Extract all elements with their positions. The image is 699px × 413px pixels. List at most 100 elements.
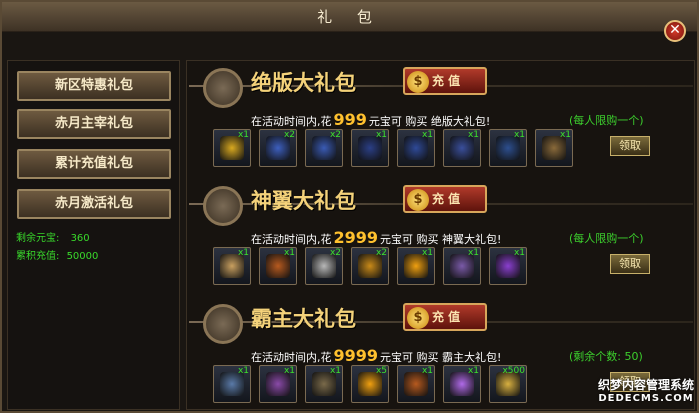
claim-button[interactable]: 领取: [610, 254, 650, 274]
reward-item[interactable]: x1: [443, 247, 481, 285]
remaining-ingots-row: 剩余元宝: 360: [16, 229, 90, 244]
item-count: x2: [329, 130, 341, 140]
item-count: x500: [502, 366, 525, 376]
pack-header: 神翼大礼包 $ 充 值: [189, 183, 694, 226]
reward-item[interactable]: x1: [213, 247, 251, 285]
item-count: x1: [329, 366, 341, 376]
reward-item[interactable]: x1: [305, 365, 343, 403]
watermark: 织梦内容管理系统 DEDECMS.COM: [592, 379, 699, 413]
item-count: x2: [329, 248, 341, 258]
reward-item[interactable]: x1: [397, 365, 435, 403]
reward-item[interactable]: x500: [489, 365, 527, 403]
pack-price: 999: [333, 110, 367, 129]
recharge-button[interactable]: $ 充 值: [403, 185, 487, 213]
pack-header: 绝版大礼包 $ 充 值: [189, 65, 694, 108]
item-count: x1: [421, 366, 433, 376]
item-count: x1: [375, 130, 387, 140]
recharge-label: 充 值: [432, 192, 461, 206]
pack-header: 霸主大礼包 $ 充 值: [189, 301, 694, 344]
pack-description: 在活动时间内,花 9999 元宝可 购买 霸主大礼包!: [251, 346, 501, 365]
recharge-button[interactable]: $ 充 值: [403, 303, 487, 331]
item-count: x1: [421, 130, 433, 140]
reward-item[interactable]: x2: [351, 247, 389, 285]
item-count: x1: [467, 248, 479, 258]
desc-prefix: 在活动时间内,花: [251, 115, 332, 128]
reward-item[interactable]: x1: [535, 129, 573, 167]
recharge-button[interactable]: $ 充 值: [403, 67, 487, 95]
close-icon[interactable]: ✕: [669, 22, 681, 38]
total-recharge-row: 累积充值: 50000: [16, 247, 98, 262]
desc-suffix: 元宝可 购买 神翼大礼包!: [380, 233, 502, 246]
remaining-count: (剩余个数: 50): [569, 350, 643, 363]
remaining-ingots-label: 剩余元宝:: [16, 233, 60, 244]
coin-icon: $: [407, 188, 429, 211]
reward-item[interactable]: x1: [213, 365, 251, 403]
reward-item[interactable]: x2: [259, 129, 297, 167]
item-count: x2: [375, 248, 387, 258]
reward-item[interactable]: x1: [351, 129, 389, 167]
gift-pack-window: 礼 包 ✕ 新区特惠礼包 赤月主宰礼包 累计充值礼包 赤月激活礼包 剩余元宝: …: [0, 0, 699, 413]
shield-emblem-icon: [203, 68, 243, 108]
sidebar-item-lord-pack[interactable]: 赤月主宰礼包: [17, 109, 171, 139]
pack-description: 在活动时间内,花 999 元宝可 购买 绝版大礼包!: [251, 110, 490, 129]
claim-button[interactable]: 领取: [610, 136, 650, 156]
reward-item[interactable]: x5: [351, 365, 389, 403]
reward-item[interactable]: x1: [489, 247, 527, 285]
item-count: x1: [467, 130, 479, 140]
item-count: x1: [513, 130, 525, 140]
reward-item[interactable]: x2: [305, 129, 343, 167]
pack-price: 2999: [333, 228, 379, 247]
total-recharge-label: 累积充值:: [16, 251, 60, 262]
item-count: x1: [237, 248, 249, 258]
reward-item[interactable]: x2: [305, 247, 343, 285]
pack-price: 9999: [333, 346, 379, 365]
item-count: x1: [513, 248, 525, 258]
window-title: 礼 包: [2, 2, 697, 32]
reward-item[interactable]: x1: [443, 365, 481, 403]
pack-description: 在活动时间内,花 2999 元宝可 购买 神翼大礼包!: [251, 228, 501, 247]
purchase-limit: (每人限购一个): [569, 114, 644, 127]
reward-item[interactable]: x1: [397, 247, 435, 285]
item-count: x1: [559, 130, 571, 140]
reward-item[interactable]: x1: [443, 129, 481, 167]
pack-list: 绝版大礼包 $ 充 值 在活动时间内,花 999 元宝可 购买 绝版大礼包! (每人限…: [186, 60, 695, 410]
item-count: x1: [283, 248, 295, 258]
close-button[interactable]: ✕: [664, 20, 686, 42]
coin-icon: $: [407, 306, 429, 329]
desc-prefix: 在活动时间内,花: [251, 233, 332, 246]
pack-title: 神翼大礼包: [251, 189, 356, 213]
item-count: x1: [467, 366, 479, 376]
pack-title: 绝版大礼包: [251, 71, 356, 95]
item-count: x1: [237, 130, 249, 140]
desc-prefix: 在活动时间内,花: [251, 351, 332, 364]
coin-icon: $: [407, 70, 429, 93]
pack-card: 神翼大礼包 $ 充 值 在活动时间内,花 2999 元宝可 购买 神翼大礼包! (每人…: [187, 179, 694, 297]
reward-item[interactable]: x1: [213, 129, 251, 167]
recharge-label: 充 值: [432, 310, 461, 324]
purchase-limit: (每人限购一个): [569, 232, 644, 245]
item-count: x2: [283, 130, 295, 140]
watermark-line2: DEDECMS.COM: [598, 393, 694, 404]
reward-item[interactable]: x1: [397, 129, 435, 167]
desc-suffix: 元宝可 购买 绝版大礼包!: [368, 115, 491, 128]
item-count: x1: [237, 366, 249, 376]
total-recharge-value: 50000: [66, 251, 99, 262]
item-count: x1: [283, 366, 295, 376]
reward-item[interactable]: x1: [489, 129, 527, 167]
pack-card: 绝版大礼包 $ 充 值 在活动时间内,花 999 元宝可 购买 绝版大礼包! (每人限…: [187, 61, 694, 179]
watermark-line1: 织梦内容管理系统: [597, 378, 694, 392]
recharge-label: 充 值: [432, 74, 461, 88]
pack-title: 霸主大礼包: [251, 307, 356, 331]
sidebar-item-activate-pack[interactable]: 赤月激活礼包: [17, 189, 171, 219]
shield-emblem-icon: [203, 304, 243, 344]
item-count: x1: [421, 248, 433, 258]
sidebar-item-new-server-pack[interactable]: 新区特惠礼包: [17, 71, 171, 101]
item-count: x5: [375, 366, 387, 376]
reward-item[interactable]: x1: [259, 247, 297, 285]
sidebar: 新区特惠礼包 赤月主宰礼包 累计充值礼包 赤月激活礼包 剩余元宝: 360 累积…: [7, 60, 180, 410]
desc-suffix: 元宝可 购买 霸主大礼包!: [380, 351, 502, 364]
reward-item[interactable]: x1: [259, 365, 297, 403]
remaining-ingots-value: 360: [70, 233, 90, 244]
shield-emblem-icon: [203, 186, 243, 226]
sidebar-item-recharge-pack[interactable]: 累计充值礼包: [17, 149, 171, 179]
